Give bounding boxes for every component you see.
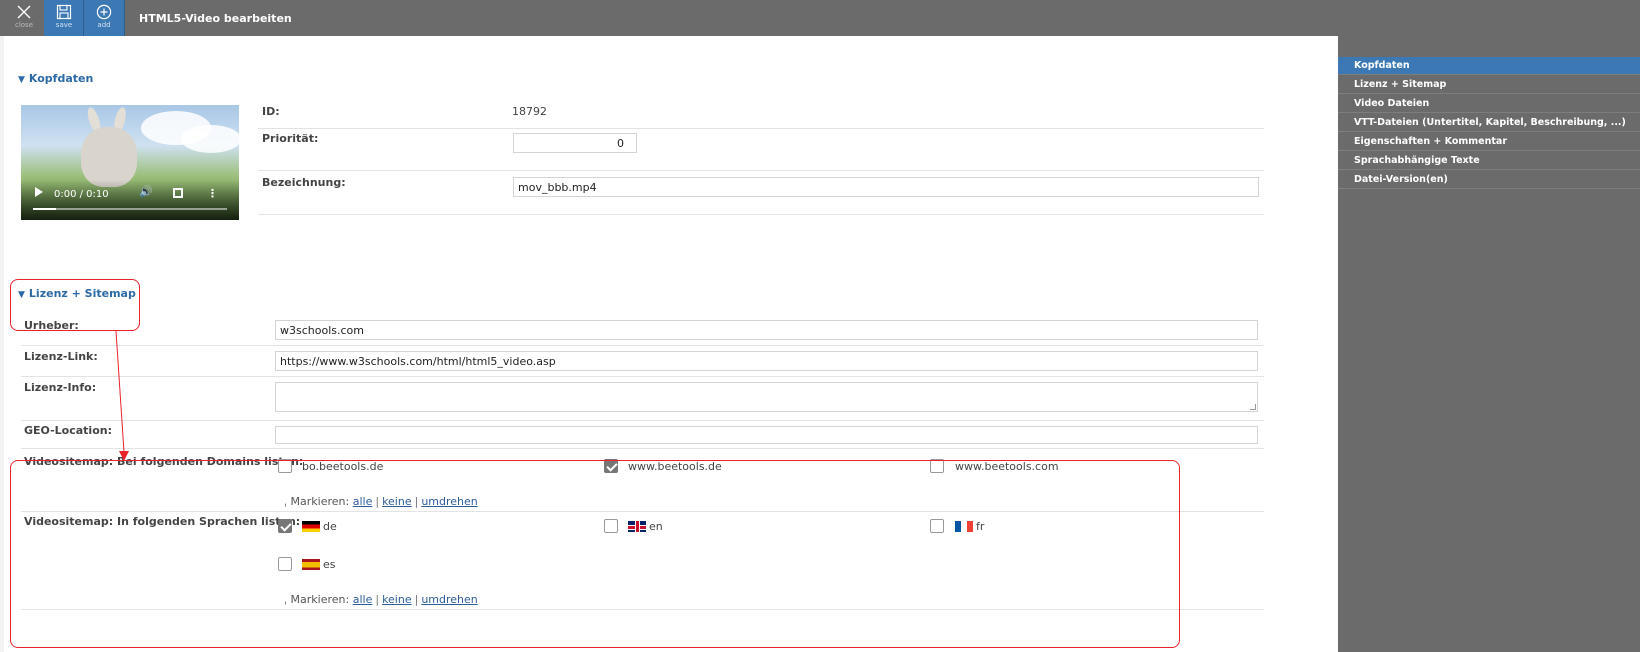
sidebar-item-version[interactable]: Datei-Version(en) bbox=[1338, 171, 1640, 189]
domain-label: www.beetools.com bbox=[955, 460, 1059, 473]
uk-flag-icon bbox=[628, 521, 646, 532]
divider bbox=[258, 214, 1264, 215]
video-bunny bbox=[81, 127, 137, 187]
collapse-triangle-icon: ▼ bbox=[18, 290, 25, 300]
separator: | bbox=[375, 495, 380, 508]
section-lizenz-header[interactable]: ▼ Lizenz + Sitemap bbox=[18, 287, 136, 300]
invert-selection-link[interactable]: umdrehen bbox=[421, 495, 477, 508]
sidebar-item-vtt[interactable]: VTT-Dateien (Untertitel, Kapitel, Beschr… bbox=[1338, 114, 1640, 132]
divider bbox=[21, 609, 1264, 610]
resize-handle-icon[interactable] bbox=[1250, 404, 1256, 410]
select-all-link[interactable]: alle bbox=[353, 495, 373, 508]
select-none-link[interactable]: keine bbox=[382, 593, 412, 606]
divider bbox=[21, 376, 1264, 377]
author-input[interactable] bbox=[275, 320, 1258, 340]
domain-checkbox[interactable] bbox=[930, 459, 944, 473]
sidebar-item-lizenz[interactable]: Lizenz + Sitemap bbox=[1338, 76, 1640, 94]
domain-label: bo.beetools.de bbox=[302, 460, 384, 473]
collapse-triangle-icon: ▼ bbox=[18, 75, 25, 85]
toolbar-divider bbox=[124, 0, 125, 36]
domain-checkbox[interactable] bbox=[278, 459, 292, 473]
main-panel: ▼ Kopfdaten 0:00 / 0:10 🔊 ⋮ ID: 18792 Pri… bbox=[4, 36, 1338, 652]
language-checkbox[interactable] bbox=[278, 519, 292, 533]
play-icon[interactable] bbox=[35, 187, 43, 197]
geo-location-label: GEO-Location: bbox=[24, 424, 112, 437]
priority-input[interactable] bbox=[513, 133, 637, 153]
divider bbox=[21, 448, 1264, 449]
id-label: ID: bbox=[262, 105, 280, 118]
language-label: en bbox=[649, 520, 663, 533]
video-progress-bar[interactable] bbox=[33, 208, 227, 210]
page-title: HTML5-Video bearbeiten bbox=[139, 12, 292, 25]
toolbar: close save add HTML5-Video bearbeiten bbox=[0, 0, 1640, 36]
save-label: save bbox=[55, 21, 73, 29]
french-flag-icon bbox=[955, 521, 973, 532]
domains-label: Videositemap: Bei folgenden Domains list… bbox=[24, 455, 304, 468]
video-controls bbox=[21, 180, 239, 220]
more-options-icon[interactable]: ⋮ bbox=[207, 187, 218, 200]
license-link-input[interactable] bbox=[275, 351, 1258, 371]
video-cloud bbox=[181, 125, 239, 153]
fullscreen-icon[interactable] bbox=[173, 188, 183, 198]
designation-label: Bezeichnung: bbox=[262, 176, 346, 189]
divider bbox=[21, 420, 1264, 421]
language-checkbox[interactable] bbox=[604, 519, 618, 533]
languages-label: Videositemap: In folgenden Sprachen list… bbox=[24, 515, 301, 528]
divider bbox=[258, 128, 1264, 129]
language-label: es bbox=[323, 558, 336, 571]
sidebar-item-sprachtexte[interactable]: Sprachabhängige Texte bbox=[1338, 152, 1640, 170]
video-time: 0:00 / 0:10 bbox=[54, 189, 109, 200]
domains-mark-row: ˌ Markieren: alle | keine | umdrehen bbox=[284, 495, 478, 508]
author-label: Urheber: bbox=[24, 319, 79, 332]
close-button[interactable]: close bbox=[4, 0, 44, 36]
mark-prefix: Markieren: bbox=[290, 495, 350, 508]
sidebar-item-kopfdaten[interactable]: Kopfdaten bbox=[1338, 57, 1640, 75]
save-button[interactable]: save bbox=[44, 0, 84, 36]
language-label: de bbox=[323, 520, 337, 533]
invert-selection-link[interactable]: umdrehen bbox=[421, 593, 477, 606]
language-label: fr bbox=[976, 520, 985, 533]
volume-icon[interactable]: 🔊 bbox=[139, 185, 153, 198]
section-kopfdaten-header[interactable]: ▼ Kopfdaten bbox=[18, 72, 93, 85]
priority-label: Priorität: bbox=[262, 132, 319, 145]
add-button[interactable]: add bbox=[84, 0, 124, 36]
add-label: add bbox=[97, 21, 111, 29]
spanish-flag-icon bbox=[302, 559, 320, 570]
separator: | bbox=[414, 495, 419, 508]
floppy-icon bbox=[56, 4, 72, 20]
close-icon bbox=[17, 5, 31, 19]
divider bbox=[258, 170, 1264, 171]
domain-label: www.beetools.de bbox=[628, 460, 722, 473]
domain-checkbox[interactable] bbox=[604, 459, 618, 473]
separator: | bbox=[414, 593, 419, 606]
divider bbox=[21, 345, 1264, 346]
select-none-link[interactable]: keine bbox=[382, 495, 412, 508]
select-all-link[interactable]: alle bbox=[353, 593, 373, 606]
id-value: 18792 bbox=[512, 105, 547, 118]
divider bbox=[21, 511, 1264, 512]
video-progress-fill bbox=[33, 208, 57, 210]
section-title: Lizenz + Sitemap bbox=[28, 287, 136, 300]
languages-mark-row: ˌ Markieren: alle | keine | umdrehen bbox=[284, 593, 478, 606]
license-info-label: Lizenz-Info: bbox=[24, 381, 97, 394]
plus-circle-icon bbox=[96, 4, 112, 20]
german-flag-icon bbox=[302, 521, 320, 532]
designation-input[interactable] bbox=[513, 177, 1259, 197]
sidebar-item-eigenschaften[interactable]: Eigenschaften + Kommentar bbox=[1338, 133, 1640, 151]
separator: | bbox=[375, 593, 380, 606]
close-label: close bbox=[14, 21, 34, 29]
mark-prefix: Markieren: bbox=[290, 593, 350, 606]
language-checkbox[interactable] bbox=[278, 557, 292, 571]
license-info-textarea[interactable] bbox=[275, 382, 1258, 412]
video-player[interactable]: 0:00 / 0:10 🔊 ⋮ bbox=[21, 105, 239, 220]
section-title: Kopfdaten bbox=[28, 72, 94, 85]
geo-location-input[interactable] bbox=[275, 426, 1258, 444]
sidebar-item-video-dateien[interactable]: Video Dateien bbox=[1338, 95, 1640, 113]
license-link-label: Lizenz-Link: bbox=[24, 350, 98, 363]
language-checkbox[interactable] bbox=[930, 519, 944, 533]
